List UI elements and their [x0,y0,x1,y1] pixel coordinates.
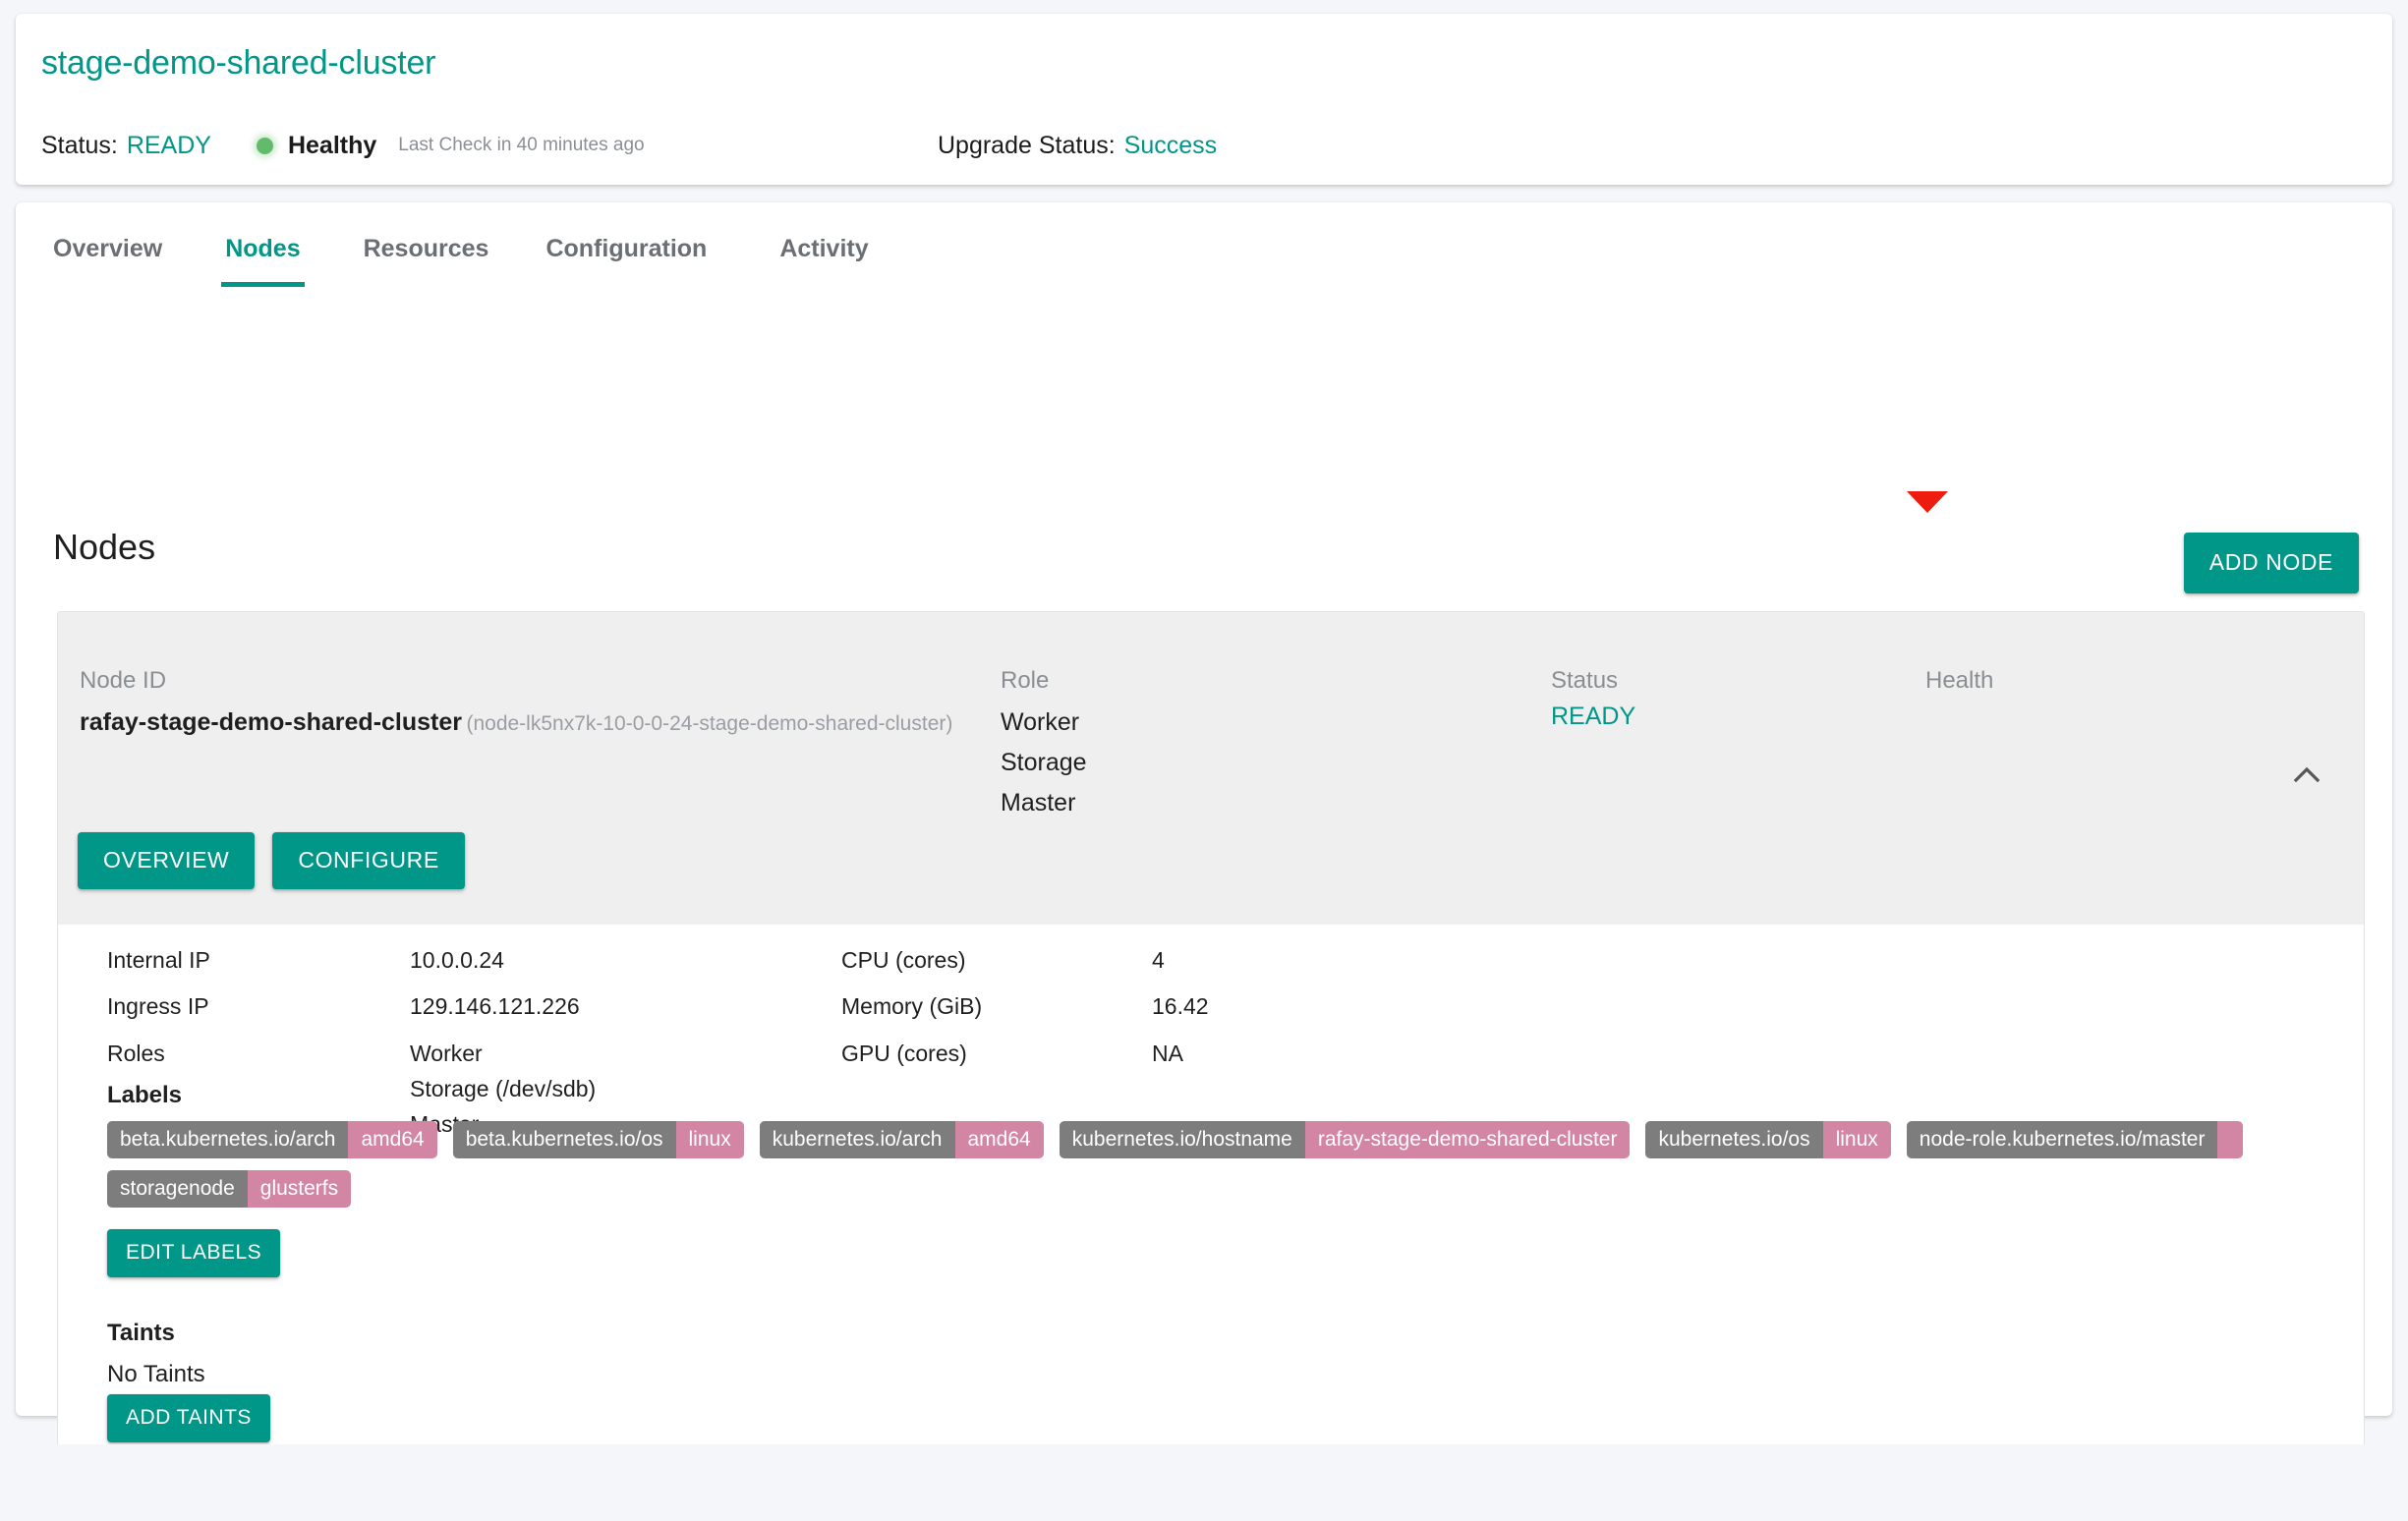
health-dot-icon [256,137,273,154]
page-root: stage-demo-shared-cluster Status: READY … [0,0,2408,1521]
role-column-value: Worker Storage Master [1001,708,1087,817]
label-chip: kubernetes.io/hostname rafay-stage-demo-s… [1059,1121,1631,1158]
chevron-up-icon[interactable] [2289,758,2324,793]
node-status-value: READY [1551,703,1636,730]
label-chip-key: beta.kubernetes.io/os [452,1121,676,1158]
memory-value: 16.42 [1152,993,1209,1019]
tab-overview[interactable]: Overview [49,226,166,287]
cpu-value: 4 [1152,947,1165,973]
footer: Copyright Rafay Systems © 2020 Terms of … [0,1444,2408,1521]
add-taints-button[interactable]: ADD TAINTS [107,1394,270,1442]
upgrade-status-label: Upgrade Status: [938,131,1116,159]
edit-labels-button[interactable]: EDIT LABELS [107,1229,281,1277]
label-chip-value: amd64 [348,1121,437,1158]
label-chip-value: rafay-stage-demo-shared-cluster [1304,1121,1631,1158]
label-chip: beta.kubernetes.io/arch amd64 [107,1121,437,1158]
upgrade-status-block: Upgrade Status: Success [938,130,1217,161]
label-chip: kubernetes.io/arch amd64 [759,1121,1044,1158]
tab-configuration[interactable]: Configuration [542,226,711,287]
gpu-key: GPU (cores) [841,1041,967,1066]
label-chip-value [2217,1121,2244,1158]
gpu-value: NA [1152,1041,1183,1066]
node-id-internal-name: (node-lk5nx7k-10-0-0-24-stage-demo-share… [466,712,953,735]
label-chip: beta.kubernetes.io/os linux [452,1121,744,1158]
label-chip-key: node-role.kubernetes.io/master [1906,1121,2218,1158]
label-chip: node-role.kubernetes.io/master [1906,1121,2244,1158]
label-chip-value: linux [675,1121,744,1158]
cpu-key: CPU (cores) [841,947,966,973]
label-chip-value: linux [1822,1121,1891,1158]
taints-empty-text: No Taints [107,1361,205,1387]
health-text: Healthy [287,131,377,159]
section-title: Nodes [53,527,156,567]
tab-resources[interactable]: Resources [360,226,493,287]
ingress-ip-value: 129.146.121.226 [410,993,580,1019]
node-panel: Node ID rafay-stage-demo-shared-cluster … [57,611,2365,1521]
label-chip-value: glusterfs [247,1170,352,1208]
main-content-card: Overview Nodes Resources Configuration A… [16,202,2392,1521]
node-id-column-label: Node ID [80,667,167,694]
page-title: stage-demo-shared-cluster [41,44,436,82]
cluster-summary-card: stage-demo-shared-cluster Status: READY … [16,14,2392,185]
status-label: Status: [41,131,118,159]
role-column-label: Role [1001,667,1050,694]
label-chip-value: amd64 [954,1121,1044,1158]
memory-key: Memory (GiB) [841,993,983,1019]
tab-activity[interactable]: Activity [775,226,872,287]
label-chip-key: storagenode [107,1170,248,1208]
label-chip: storagenode glusterfs [107,1170,352,1208]
taints-heading: Taints [107,1320,175,1346]
upgrade-status-value: Success [1123,131,1218,159]
label-chip-key: kubernetes.io/os [1645,1121,1823,1158]
add-node-button[interactable]: ADD NODE [2183,533,2359,593]
label-chip-key: beta.kubernetes.io/arch [107,1121,349,1158]
label-chip: kubernetes.io/os linux [1645,1121,1891,1158]
node-overview-button[interactable]: OVERVIEW [78,832,256,889]
health-column-label: Health [1925,667,1994,694]
health-down-triangle-icon [1907,491,1948,513]
label-chip-key: kubernetes.io/arch [759,1121,955,1158]
node-panel-header: Node ID rafay-stage-demo-shared-cluster … [58,612,2364,925]
node-panel-body: Internal IP 10.0.0.24 Ingress IP 129.146… [58,925,2364,1521]
labels-chip-list: beta.kubernetes.io/arch amd64 beta.kuberne… [107,1121,2338,1208]
label-chip-key: kubernetes.io/hostname [1059,1121,1305,1158]
tab-bar: Overview Nodes Resources Configuration A… [16,226,2392,291]
cluster-status-row: Status: READY Healthy Last Check in 40 m… [41,130,645,161]
status-value: READY [126,131,211,159]
node-id-value: rafay-stage-demo-shared-cluster [80,708,463,736]
status-column-label: Status [1551,667,1619,694]
internal-ip-key: Internal IP [107,947,210,973]
tab-nodes[interactable]: Nodes [221,226,306,287]
labels-heading: Labels [107,1082,183,1108]
roles-key: Roles [107,1041,165,1066]
node-id-value-wrap: rafay-stage-demo-shared-cluster (node-lk… [80,703,984,746]
node-configure-button[interactable]: CONFIGURE [272,832,465,889]
last-check-text: Last Check in 40 minutes ago [398,135,645,155]
ingress-ip-key: Ingress IP [107,993,209,1019]
internal-ip-value: 10.0.0.24 [410,947,504,973]
node-action-buttons: OVERVIEW CONFIGURE [78,832,465,889]
